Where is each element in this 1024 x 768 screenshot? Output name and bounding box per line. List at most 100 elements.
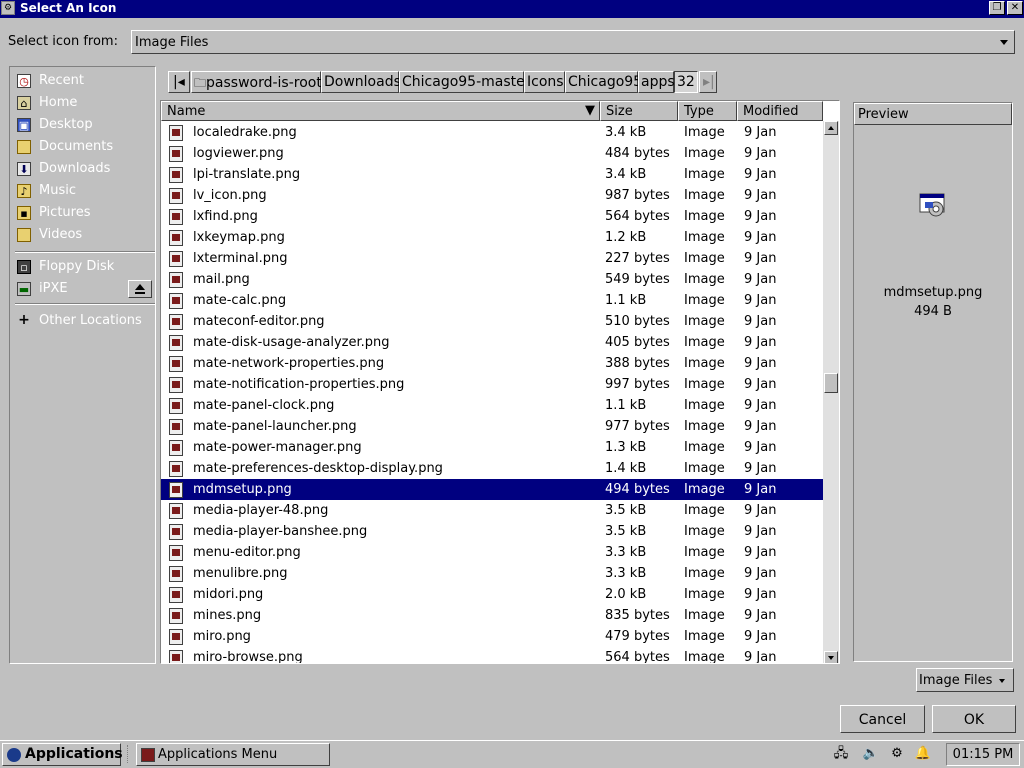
table-row[interactable]: mate-panel-clock.png 1.1 kB Image 9 Jan — [161, 395, 823, 416]
breadcrumb-item[interactable]: Downloads — [321, 71, 401, 93]
breadcrumb-forward-button[interactable]: ▸| — [699, 71, 717, 93]
table-row[interactable]: lxkeymap.png 1.2 kB Image 9 Jan — [161, 227, 823, 248]
sidebar-item-downloads[interactable]: ⬇ Downloads — [15, 159, 153, 179]
column-header-type[interactable]: Type — [678, 101, 737, 121]
clock[interactable]: 01:15 PM — [946, 743, 1020, 766]
preview-file-size: 494 B — [914, 304, 952, 319]
file-size: 835 bytes — [605, 608, 670, 623]
preview-header: Preview — [854, 103, 1012, 125]
sidebar-item-pictures[interactable]: ▪ Pictures — [15, 203, 153, 223]
select-from-dropdown[interactable]: Image Files — [131, 30, 1015, 54]
table-row[interactable]: midori.png 2.0 kB Image 9 Jan — [161, 584, 823, 605]
sidebar-item-desktop[interactable]: ▣ Desktop — [15, 115, 153, 135]
table-row[interactable]: mate-panel-launcher.png 977 bytes Image 9 J… — [161, 416, 823, 437]
file-size: 405 bytes — [605, 335, 670, 350]
file-name: lv_icon.png — [193, 188, 267, 203]
table-row[interactable]: mail.png 549 bytes Image 9 Jan — [161, 269, 823, 290]
breadcrumb-item[interactable]: Chicago95-master — [399, 71, 531, 93]
notification-bell-icon[interactable]: 🔔 — [914, 745, 932, 763]
breadcrumb-item[interactable]: apps — [638, 71, 675, 93]
table-row[interactable]: lpi-translate.png 3.4 kB Image 9 Jan — [161, 164, 823, 185]
volume-icon[interactable]: 🔈 — [862, 745, 880, 763]
vertical-scrollbar[interactable] — [823, 121, 839, 663]
breadcrumb-item[interactable]: 🗀password-is-root — [191, 71, 322, 93]
table-row[interactable]: mines.png 835 bytes Image 9 Jan — [161, 605, 823, 626]
applications-menu-button[interactable]: Applications — [2, 743, 123, 766]
image-file-icon — [169, 461, 183, 477]
taskbar-window-button[interactable]: Applications Menu — [136, 743, 330, 766]
sidebar-item-floppy-disk[interactable]: ▫ Floppy Disk — [15, 257, 153, 277]
column-header-name[interactable]: Name ▼ — [161, 101, 600, 121]
scroll-up-button[interactable] — [824, 121, 838, 135]
eject-button[interactable] — [128, 280, 152, 298]
scroll-down-button[interactable] — [824, 651, 838, 663]
column-header-modified[interactable]: Modified — [737, 101, 823, 121]
table-row[interactable]: mate-preferences-desktop-display.png 1.4 … — [161, 458, 823, 479]
column-header-size[interactable]: Size — [600, 101, 678, 121]
sidebar-item-recent[interactable]: ◷ Recent — [15, 71, 153, 91]
table-row[interactable]: localedrake.png 3.4 kB Image 9 Jan — [161, 122, 823, 143]
scroll-thumb[interactable] — [824, 373, 838, 393]
videos-icon — [17, 228, 31, 242]
table-row[interactable]: mate-calc.png 1.1 kB Image 9 Jan — [161, 290, 823, 311]
table-row[interactable]: menulibre.png 3.3 kB Image 9 Jan — [161, 563, 823, 584]
table-row[interactable]: logviewer.png 484 bytes Image 9 Jan — [161, 143, 823, 164]
sidebar-item-home[interactable]: ⌂ Home — [15, 93, 153, 113]
file-name: menu-editor.png — [193, 545, 301, 560]
sidebar-item-documents[interactable]: Documents — [15, 137, 153, 157]
file-list[interactable]: Name ▼ Size Type Modified localedrake.pn… — [160, 100, 840, 664]
table-row[interactable]: menu-editor.png 3.3 kB Image 9 Jan — [161, 542, 823, 563]
sort-down-icon: ▼ — [585, 103, 595, 118]
breadcrumb-item-current[interactable]: 32 — [674, 71, 698, 93]
breadcrumb-item[interactable]: Icons — [524, 71, 565, 93]
file-modified: 9 Jan — [744, 461, 777, 476]
sidebar-item-videos[interactable]: Videos — [15, 225, 153, 245]
sidebar-item-other-locations[interactable]: + Other Locations — [15, 311, 153, 331]
restore-button[interactable]: ❐ — [989, 1, 1005, 15]
file-modified: 9 Jan — [744, 167, 777, 182]
ok-button[interactable]: OK — [932, 705, 1016, 733]
table-row[interactable]: lxterminal.png 227 bytes Image 9 Jan — [161, 248, 823, 269]
table-row[interactable]: mate-power-manager.png 1.3 kB Image 9 Jan — [161, 437, 823, 458]
power-icon[interactable]: ⚙ — [888, 745, 906, 763]
breadcrumb-item[interactable]: Chicago95 — [565, 71, 642, 93]
title-bar[interactable]: ⚙ Select An Icon ❐ ✕ — [0, 0, 1024, 18]
table-row[interactable]: mate-disk-usage-analyzer.png 405 bytes Ima… — [161, 332, 823, 353]
image-file-icon — [169, 482, 183, 498]
table-row[interactable]: media-player-48.png 3.5 kB Image 9 Jan — [161, 500, 823, 521]
window-app-icon[interactable]: ⚙ — [1, 1, 15, 15]
close-button[interactable]: ✕ — [1007, 1, 1023, 15]
floppy-icon: ▫ — [17, 260, 31, 274]
file-modified: 9 Jan — [744, 524, 777, 539]
image-file-icon — [169, 524, 183, 540]
table-row[interactable]: media-player-banshee.png 3.5 kB Image 9 Jan — [161, 521, 823, 542]
chevron-down-icon — [1000, 40, 1008, 45]
image-file-icon — [169, 272, 183, 288]
breadcrumb-back-button[interactable]: |◂ — [168, 71, 190, 93]
image-file-icon — [169, 629, 183, 645]
table-row-selected[interactable]: mdmsetup.png 494 bytes Image 9 Jan — [161, 479, 823, 500]
file-type: Image — [684, 629, 725, 644]
file-size: 997 bytes — [605, 377, 670, 392]
sidebar-item-music[interactable]: ♪ Music — [15, 181, 153, 201]
sidebar-separator — [15, 303, 155, 305]
image-file-icon — [169, 398, 183, 414]
table-row[interactable]: lxfind.png 564 bytes Image 9 Jan — [161, 206, 823, 227]
file-type: Image — [684, 545, 725, 560]
table-row[interactable]: lv_icon.png 987 bytes Image 9 Jan — [161, 185, 823, 206]
table-row[interactable]: mateconf-editor.png 510 bytes Image 9 Jan — [161, 311, 823, 332]
file-type-filter[interactable]: Image Files — [916, 668, 1014, 692]
table-row[interactable]: mate-network-properties.png 388 bytes Imag… — [161, 353, 823, 374]
cancel-button[interactable]: Cancel — [840, 705, 925, 733]
network-icon[interactable]: 🖧 — [832, 745, 850, 763]
table-row[interactable]: mate-notification-properties.png 997 byte… — [161, 374, 823, 395]
file-type: Image — [684, 125, 725, 140]
sidebar-item-label: iPXE — [39, 281, 68, 296]
file-name: media-player-banshee.png — [193, 524, 368, 539]
table-row[interactable]: miro.png 479 bytes Image 9 Jan — [161, 626, 823, 647]
taskbar-grip[interactable] — [127, 745, 131, 763]
sidebar-item-label: Downloads — [39, 161, 111, 176]
table-row[interactable]: miro-browse.png 564 bytes Image 9 Jan — [161, 647, 823, 663]
sidebar-item-label: Floppy Disk — [39, 259, 115, 274]
pictures-icon: ▪ — [17, 206, 31, 220]
